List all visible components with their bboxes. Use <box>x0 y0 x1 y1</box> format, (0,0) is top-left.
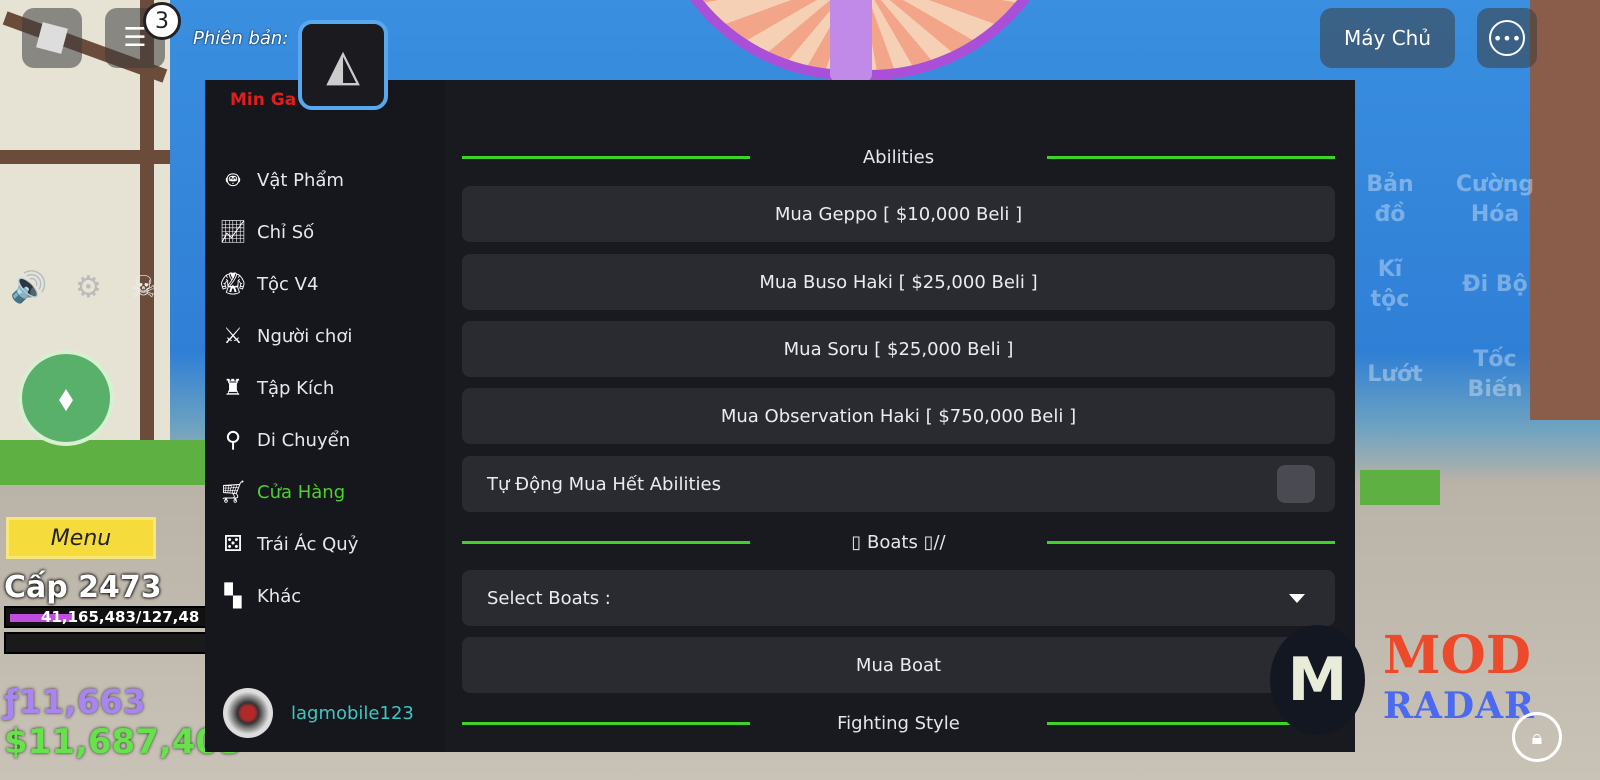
level-label: Cấp 2473 <box>4 570 162 605</box>
menu-button[interactable]: Menu <box>6 517 156 559</box>
ellipsis-icon: ••• <box>1489 20 1525 56</box>
hub-logo[interactable]: ◭ <box>298 20 388 110</box>
sidebar-item-teleport[interactable]: ⚲ Di Chuyển <box>219 425 350 455</box>
robot-icon: 🤖︎ <box>226 168 240 193</box>
select-boats-dropdown[interactable]: Select Boats : <box>462 570 1335 626</box>
sidebar: Min Ga 🤖︎ Vật Phẩm 📈︎ Chỉ Số 🥋︎ Tộc V4 ⚔ Ngư… <box>205 80 445 752</box>
user-profile: lagmobile123 <box>223 688 414 738</box>
sidebar-item-raid[interactable]: ♜ Tập Kích <box>219 373 334 403</box>
divider <box>462 541 750 544</box>
sidebar-item-label: Cửa Hàng <box>257 481 346 503</box>
shop-content[interactable]: Abilities Mua Geppo [ $10,000 Beli ] Mua… <box>462 80 1335 752</box>
select-boats-label: Select Boats : <box>487 587 611 609</box>
divider <box>462 156 750 159</box>
dice-icon: ⚄ <box>223 531 243 557</box>
fragments-label: ƒ11,663 <box>4 682 146 721</box>
crossed-swords-icon: ⚔ <box>223 323 243 349</box>
sidebar-item-devil-fruit[interactable]: ⚄ Trái Ác Quỷ <box>219 529 358 559</box>
sidebar-item-stats[interactable]: 📈︎ Chỉ Số <box>219 217 314 247</box>
sidebar-item-players[interactable]: ⚔ Người chơi <box>219 321 352 351</box>
sidebar-item-race-v4[interactable]: 🥋︎ Tộc V4 <box>219 269 318 299</box>
watermark-line1: MOD <box>1383 625 1531 686</box>
martial-arts-icon: 🥋︎ <box>219 271 247 297</box>
side-button-walk[interactable]: Đi Bộ <box>1455 270 1535 300</box>
auto-buy-label: Tự Động Mua Hết Abilities <box>487 473 721 495</box>
section-header-boats: ▯ Boats ▯// <box>462 529 1335 555</box>
roblox-menu-button[interactable] <box>22 8 82 68</box>
wheel-pole <box>830 0 872 82</box>
section-header-fighting-style: Fighting Style <box>462 710 1335 736</box>
crew-icon[interactable]: ☠ <box>130 270 157 305</box>
avatar <box>223 688 273 738</box>
sidebar-item-label: Chỉ Số <box>257 221 315 243</box>
roblox-logo-icon <box>36 22 68 54</box>
chevron-down-icon <box>1289 594 1305 603</box>
sidebar-item-label: Tập Kích <box>257 377 335 399</box>
auto-buy-toggle[interactable] <box>1277 465 1315 503</box>
sidebar-item-shop[interactable]: 🛒︎ Cửa Hàng <box>219 477 345 507</box>
grass <box>1360 470 1440 505</box>
health-bar <box>4 632 214 654</box>
modradar-logo-icon: M <box>1270 625 1365 735</box>
side-button-map[interactable]: Bản đồ <box>1355 170 1425 230</box>
auto-buy-abilities-row[interactable]: Tự Động Mua Hết Abilities <box>462 456 1335 512</box>
divider <box>1047 156 1335 159</box>
settings-icon[interactable]: ⚙ <box>75 270 102 305</box>
sidebar-item-label: Trái Ác Quỷ <box>257 533 359 555</box>
brand-label: Min Ga <box>230 90 297 110</box>
background-tower <box>1530 0 1600 420</box>
sidebar-item-label: Người chơi <box>257 325 353 347</box>
side-button-race[interactable]: Kĩ tộc <box>1355 255 1425 315</box>
chat-badge: 3 <box>143 2 181 40</box>
ninja-icon: ◭ <box>326 39 360 91</box>
version-label: Phiên bản: <box>193 28 289 49</box>
sidebar-item-label: Tộc V4 <box>257 273 319 295</box>
hub-panel: Min Ga 🤖︎ Vật Phẩm 📈︎ Chỉ Số 🥋︎ Tộc V4 ⚔ Ngư… <box>205 80 1355 752</box>
divider <box>1047 541 1335 544</box>
sidebar-item-label: Vật Phẩm <box>257 169 344 191</box>
side-button-enhance[interactable]: Cường Hóa <box>1450 170 1540 230</box>
buy-buso-haki-button[interactable]: Mua Buso Haki [ $25,000 Beli ] <box>462 254 1335 310</box>
more-button[interactable]: ••• <box>1477 8 1537 68</box>
location-pin-icon: ⚲ <box>224 427 242 453</box>
castle-icon: ♜ <box>223 375 243 401</box>
section-header-abilities: Abilities <box>462 144 1335 170</box>
compass-icon[interactable]: ⬧ <box>18 350 114 446</box>
chart-line-icon: 📈︎ <box>219 219 247 245</box>
grid-icon: ▚ <box>224 583 242 609</box>
xp-bar: 41,165,483/127,48 <box>4 606 214 628</box>
buy-soru-button[interactable]: Mua Soru [ $25,000 Beli ] <box>462 321 1335 377</box>
buy-observation-haki-button[interactable]: Mua Observation Haki [ $750,000 Beli ] <box>462 388 1335 444</box>
sidebar-item-other[interactable]: ▚ Khác <box>219 581 302 611</box>
side-button-dash[interactable]: Lướt <box>1360 360 1430 390</box>
buy-boat-button[interactable]: Mua Boat <box>462 637 1335 693</box>
sidebar-item-label: Khác <box>257 585 302 607</box>
watermark-line2: RADAR <box>1383 685 1535 727</box>
speaker-icon[interactable]: 🔊 <box>10 270 47 305</box>
sidebar-item-label: Di Chuyển <box>257 429 351 451</box>
xp-text: 41,165,483/127,48 <box>41 608 200 626</box>
buy-geppo-button[interactable]: Mua Geppo [ $10,000 Beli ] <box>462 186 1335 242</box>
shift-lock-icon[interactable]: 🔒︎ <box>1512 712 1562 762</box>
username: lagmobile123 <box>291 702 414 724</box>
divider <box>462 722 750 725</box>
server-button[interactable]: Máy Chủ <box>1320 8 1455 68</box>
sidebar-item-items[interactable]: 🤖︎ Vật Phẩm <box>219 165 344 195</box>
grass <box>0 440 210 485</box>
cart-icon: 🛒︎ <box>219 479 247 505</box>
side-button-flash[interactable]: Tốc Biến <box>1460 345 1530 405</box>
